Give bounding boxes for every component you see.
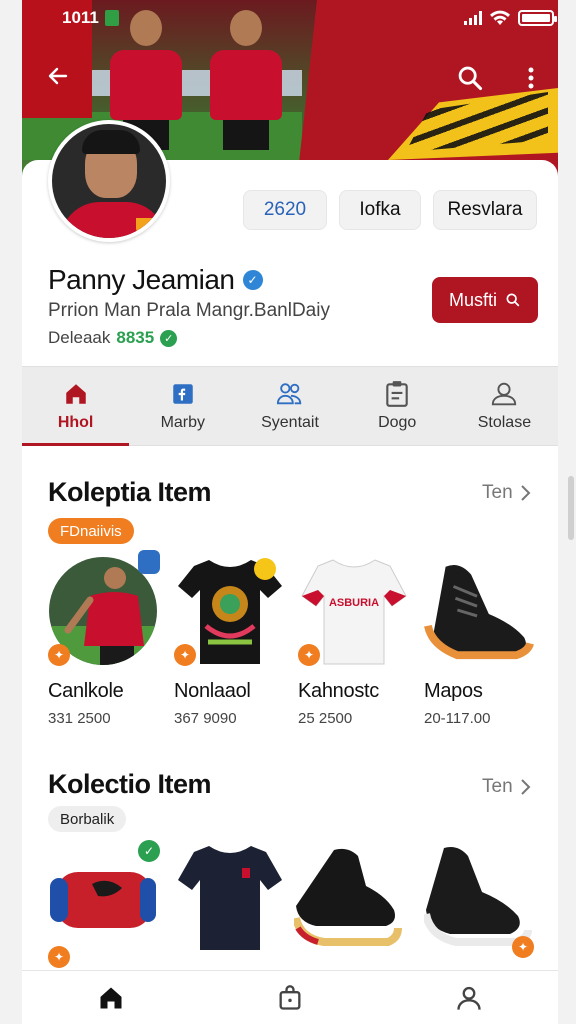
collection-item[interactable] [174, 840, 292, 950]
badge-icon: ✦ [48, 644, 70, 666]
profile-subtitle: Prrion Man Prala Mangr.BanlDaiy [48, 300, 330, 321]
tab-syentait[interactable]: Syentait [236, 367, 343, 445]
collection-item[interactable]: ASBURIA ✦ Kahnostc 25 2500 [298, 556, 416, 727]
check-icon: ✓ [138, 840, 160, 862]
nav-home-button[interactable] [89, 976, 133, 1020]
item-thumbnail [294, 840, 404, 950]
shoe-image [424, 847, 532, 946]
tab-label: Hhol [57, 414, 94, 431]
see-all-link[interactable]: Ten [482, 776, 531, 798]
item-thumbnail: ✦ [424, 840, 534, 958]
battery-icon [518, 10, 557, 26]
collection-item[interactable]: ✦ Canlkole 331 2500 [48, 550, 166, 727]
home-icon [100, 987, 122, 1008]
search-icon [506, 293, 520, 307]
tab-home[interactable]: Hhol [22, 367, 130, 446]
badge-icon: ✦ [174, 644, 196, 666]
item-price: 367 9090 [174, 710, 237, 727]
item-thumbnail: ✦ [174, 556, 284, 666]
status-time: 1011 [62, 8, 99, 27]
chevron-right-icon [520, 779, 531, 795]
item-name: Nonlaaol [174, 680, 251, 702]
home-icon [62, 380, 90, 408]
item-thumbnail: ✦ [48, 550, 160, 666]
jersey-print-text: ASBURIA [329, 597, 379, 609]
nav-profile-button[interactable] [447, 976, 491, 1020]
filter-chip[interactable]: Borbalik [48, 806, 127, 832]
item-thumbnail: ASBURIA ✦ [298, 556, 408, 666]
stat-pill-2[interactable]: Iofka [339, 190, 421, 230]
tab-label: Stolase [477, 414, 532, 431]
tag-icon [138, 550, 160, 574]
item-thumbnail [424, 556, 534, 666]
profile-name: Panny Jeamian [48, 264, 235, 295]
item-price: 20-117.00 [424, 710, 491, 727]
scrollbar[interactable] [568, 476, 574, 540]
badge-icon: ✦ [48, 946, 70, 968]
see-all-link[interactable]: Ten [482, 482, 531, 504]
nav-bag-button[interactable] [268, 976, 312, 1020]
collection-item[interactable]: ✓ ✦ [48, 840, 166, 968]
more-options-button[interactable] [516, 60, 546, 96]
search-button[interactable] [452, 60, 488, 96]
item-thumbnail [174, 840, 284, 950]
user-icon [456, 986, 481, 1010]
bookmark-icon [169, 380, 197, 408]
badge-icon: ✦ [512, 936, 534, 958]
item-price: 331 2500 [48, 710, 111, 727]
tab-label: Marby [160, 414, 206, 431]
arrow-left-icon [48, 67, 68, 85]
see-all-label: Ten [482, 776, 513, 797]
shoe-image [424, 565, 534, 660]
section-title: Koleptia Item [48, 477, 212, 507]
profile-meta: Deleaak 8835 ✓ [48, 328, 178, 348]
back-button[interactable] [40, 58, 76, 94]
emoji-icon [254, 558, 276, 580]
profile-name-row: Panny Jeamian ✓ [48, 264, 263, 296]
shoe-image [294, 848, 402, 946]
shopping-bag-icon [279, 984, 301, 1010]
tab-label: Syentait [261, 414, 319, 431]
tab-label: Dogo [378, 414, 417, 431]
filter-chip[interactable]: FDnaiivis [48, 518, 134, 544]
collection-item[interactable] [294, 840, 412, 950]
badge-icon: ✦ [298, 644, 320, 666]
people-icon [276, 380, 304, 408]
verified-icon: ✓ [242, 270, 263, 290]
tab-dogo[interactable]: Dogo [344, 367, 451, 445]
message-button[interactable]: Musfti [432, 277, 538, 323]
profile-tabs: Hhol Marby Syentait Dogo Stolase [22, 366, 558, 446]
more-vertical-icon [528, 67, 534, 89]
bottom-navigation [22, 970, 558, 1024]
sim-icon [104, 10, 119, 26]
stat-pill-3[interactable]: Resvlara [433, 190, 537, 230]
search-icon [458, 66, 483, 91]
wifi-icon [490, 10, 510, 25]
see-all-label: Ten [482, 482, 513, 503]
collection-item[interactable]: ✦ Nonlaaol 367 9090 [174, 556, 292, 727]
tab-stolase[interactable]: Stolase [451, 367, 558, 445]
item-thumbnail: ✓ ✦ [48, 840, 160, 968]
tab-marby[interactable]: Marby [129, 367, 236, 445]
chevron-right-icon [520, 485, 531, 501]
collection-item[interactable]: Mapos 20-117.00 [424, 556, 542, 727]
jersey-image [178, 846, 282, 950]
meta-value: 8835 [116, 328, 155, 347]
meta-label: Deleaak [48, 328, 111, 347]
signal-icon [464, 11, 482, 25]
item-price: 25 2500 [298, 710, 353, 727]
avatar[interactable] [48, 120, 170, 242]
section-title: Kolectio Item [48, 769, 212, 799]
status-bar: 1011 [0, 0, 576, 36]
message-button-label: Musfti [448, 289, 497, 310]
item-name: Canlkole [48, 680, 124, 702]
item-name: Mapos [424, 680, 483, 702]
item-name: Kahnostc [298, 680, 379, 702]
clipboard-icon [383, 380, 411, 408]
store-icon [490, 380, 518, 408]
collection-item[interactable]: ✦ [424, 840, 542, 958]
check-icon: ✓ [160, 329, 178, 347]
stat-pill-1[interactable]: 2620 [243, 190, 327, 230]
